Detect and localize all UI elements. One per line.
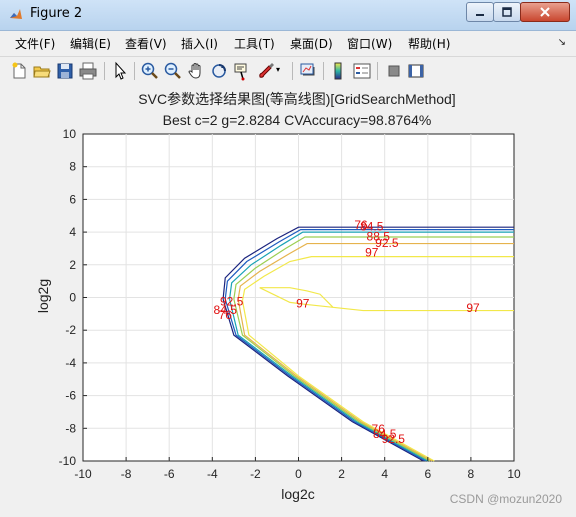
contour-label: 97: [466, 301, 480, 315]
x-tick-label: 10: [507, 467, 521, 481]
data-cursor-icon[interactable]: [232, 61, 252, 81]
close-button[interactable]: [520, 2, 570, 22]
contour-label: 92.5: [382, 432, 406, 446]
x-tick-label: 0: [295, 467, 302, 481]
open-file-icon[interactable]: [32, 61, 52, 81]
menu-tools-key: (T): [258, 37, 275, 51]
figure-toolbar: ▾: [0, 56, 576, 86]
menu-view[interactable]: 查看(V): [125, 35, 167, 52]
zoom-out-icon[interactable]: [163, 61, 183, 81]
window-title: Figure 2: [30, 6, 83, 21]
menu-help-label: 帮助: [408, 37, 433, 51]
y-tick-label: -8: [65, 421, 76, 435]
toolbar-separator: [292, 62, 293, 80]
contour-label: 76: [219, 308, 233, 322]
menu-desktop[interactable]: 桌面(D): [290, 35, 333, 52]
y-tick-label: 4: [69, 225, 76, 239]
menu-file-key: (F): [39, 37, 56, 51]
brush-icon[interactable]: [256, 61, 276, 81]
menu-file[interactable]: 文件(F): [15, 35, 55, 52]
x-tick-label: 8: [468, 467, 475, 481]
maximize-icon: [502, 7, 512, 17]
hide-plot-tools-icon[interactable]: [384, 61, 404, 81]
title-bar: Figure 2: [0, 0, 576, 31]
x-axis-label: log2c: [281, 486, 314, 502]
chart-title: SVC参数选择结果图(等高线图)[GridSearchMethod]: [138, 91, 455, 107]
menu-dock-arrow-icon[interactable]: ↘: [558, 37, 566, 48]
contour-chart[interactable]: SVC参数选择结果图(等高线图)[GridSearchMethod] Best …: [0, 85, 576, 513]
y-tick-label: -2: [65, 323, 76, 337]
menu-desktop-label: 桌面: [290, 37, 315, 51]
toolbar-separator: [134, 62, 135, 80]
menu-edit-label: 编辑: [70, 37, 95, 51]
x-tick-label: -4: [207, 467, 218, 481]
y-tick-label: -4: [65, 356, 76, 370]
contour-label: 92.5: [375, 236, 399, 250]
link-plot-icon[interactable]: [298, 61, 318, 81]
x-tick-label: -2: [250, 467, 261, 481]
menu-view-key: (V): [149, 37, 167, 51]
menu-desktop-key: (D): [314, 37, 333, 51]
y-tick-label: 0: [69, 291, 76, 305]
menu-tools[interactable]: 工具(T): [234, 35, 275, 52]
menu-insert-key: (I): [205, 37, 218, 51]
pan-hand-icon[interactable]: [186, 61, 206, 81]
y-axis-label: log2g: [35, 279, 51, 313]
toolbar-separator: [323, 62, 324, 80]
y-tick-label: 6: [69, 192, 76, 206]
y-tick-label: 10: [63, 127, 77, 141]
x-tick-label: 6: [424, 467, 431, 481]
maximize-button[interactable]: [493, 2, 521, 22]
matlab-logo-icon: [10, 9, 22, 19]
y-tick-label: 2: [69, 258, 76, 272]
x-tick-label: -6: [164, 467, 175, 481]
watermark: CSDN @mozun2020: [450, 492, 563, 506]
new-figure-icon[interactable]: [9, 61, 29, 81]
contour-label: 97: [296, 296, 310, 310]
menu-edit-key: (E): [94, 37, 111, 51]
rotate-3d-icon[interactable]: [209, 61, 229, 81]
menu-insert-label: 插入: [181, 37, 206, 51]
menu-file-label: 文件: [15, 37, 40, 51]
colorbar-icon[interactable]: [329, 61, 349, 81]
x-tick-label: -10: [74, 467, 92, 481]
chart-subtitle: Best c=2 g=2.8284 CVAccuracy=98.8764%: [163, 112, 432, 128]
menu-tools-label: 工具: [234, 37, 259, 51]
plot-panel: SVC参数选择结果图(等高线图)[GridSearchMethod] Best …: [0, 85, 576, 513]
brush-dropdown-icon[interactable]: ▾: [276, 66, 284, 74]
menu-help[interactable]: 帮助(H): [408, 35, 450, 52]
save-icon[interactable]: [55, 61, 75, 81]
x-tick-label: 4: [381, 467, 388, 481]
menu-window-key: (W): [371, 37, 393, 51]
minimize-button[interactable]: [466, 2, 494, 22]
menu-insert[interactable]: 插入(I): [181, 35, 218, 52]
y-tick-label: -10: [59, 454, 77, 468]
menu-window-label: 窗口: [347, 37, 372, 51]
menu-window[interactable]: 窗口(W): [347, 35, 392, 52]
y-tick-label: -6: [65, 389, 76, 403]
figure-window: Figure 2 文件(F) 编辑(E) 查看(V) 插入(I) 工具(T) 桌…: [0, 0, 576, 513]
contour-label: 97: [365, 246, 379, 260]
y-tick-label: 8: [69, 160, 76, 174]
menu-bar: 文件(F) 编辑(E) 查看(V) 插入(I) 工具(T) 桌面(D) 窗口(W…: [0, 31, 576, 55]
zoom-in-icon[interactable]: [140, 61, 160, 81]
legend-icon[interactable]: [352, 61, 372, 81]
close-icon: [540, 7, 550, 17]
menu-help-key: (H): [432, 37, 451, 51]
menu-view-label: 查看: [125, 37, 150, 51]
print-icon[interactable]: [78, 61, 98, 81]
minimize-icon: [476, 14, 484, 16]
show-plot-tools-icon[interactable]: [406, 61, 426, 81]
x-tick-label: -8: [121, 467, 132, 481]
x-tick-label: 2: [338, 467, 345, 481]
pointer-icon[interactable]: [110, 61, 130, 81]
menu-edit[interactable]: 编辑(E): [70, 35, 111, 52]
toolbar-separator: [377, 62, 378, 80]
toolbar-separator: [104, 62, 105, 80]
